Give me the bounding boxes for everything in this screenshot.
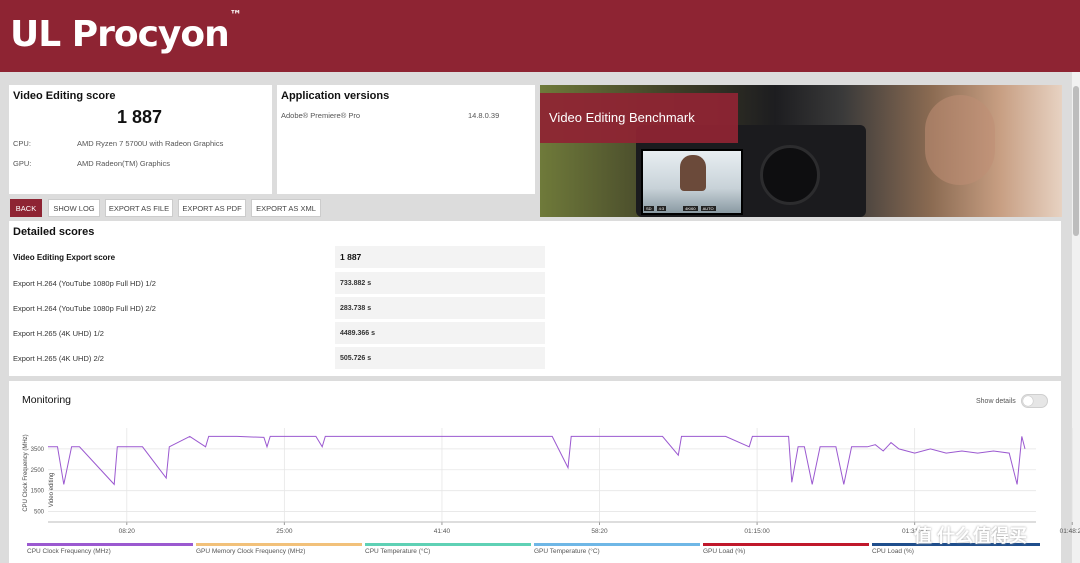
legend-cpu-temperature[interactable]: CPU Temperature (°C) [365, 543, 531, 555]
legend-swatch [27, 543, 193, 546]
y-axis-label: CPU Clock Frequency (MHz) [23, 434, 29, 511]
site-watermark: 值 什么值得买 [914, 526, 1028, 546]
y-axis-secondary-label: Video editing [49, 473, 55, 508]
legend-label: GPU Memory Clock Frequency (MHz) [196, 548, 306, 555]
legend-label: CPU Clock Frequency (MHz) [27, 548, 111, 555]
x-tick-label: 25:00 [276, 528, 293, 535]
legend-label: GPU Temperature (°C) [534, 548, 600, 555]
y-tick-label: 500 [34, 510, 45, 516]
legend-swatch [703, 543, 869, 546]
legend-gpu-memory-clock[interactable]: GPU Memory Clock Frequency (MHz) [196, 543, 362, 555]
legend-cpu-clock[interactable]: CPU Clock Frequency (MHz) [27, 543, 193, 555]
monitoring-chart: 500 1500 2500 3500 08:20 25:00 41:40 58:20 01:15… [23, 428, 1080, 535]
x-tick-label: 58:20 [591, 528, 608, 535]
y-tick-label: 1500 [31, 489, 45, 495]
x-tick-label: 41:40 [434, 528, 451, 535]
cpu-clock-series [48, 435, 1026, 486]
legend-label: GPU Load (%) [703, 548, 746, 555]
x-tick-label: 08:20 [119, 528, 136, 535]
x-tick-label: 01:48:20 [1060, 528, 1080, 535]
legend-gpu-temperature[interactable]: GPU Temperature (°C) [534, 543, 700, 555]
y-tick-label: 2500 [31, 468, 45, 474]
legend-swatch [196, 543, 362, 546]
x-tick-label: 01:15:00 [744, 528, 770, 535]
y-tick-label: 3500 [31, 447, 45, 453]
legend-label: CPU Temperature (°C) [365, 548, 431, 555]
legend-swatch [534, 543, 700, 546]
legend-swatch [365, 543, 531, 546]
legend-gpu-load[interactable]: GPU Load (%) [703, 543, 869, 555]
legend-label: CPU Load (%) [872, 548, 914, 555]
